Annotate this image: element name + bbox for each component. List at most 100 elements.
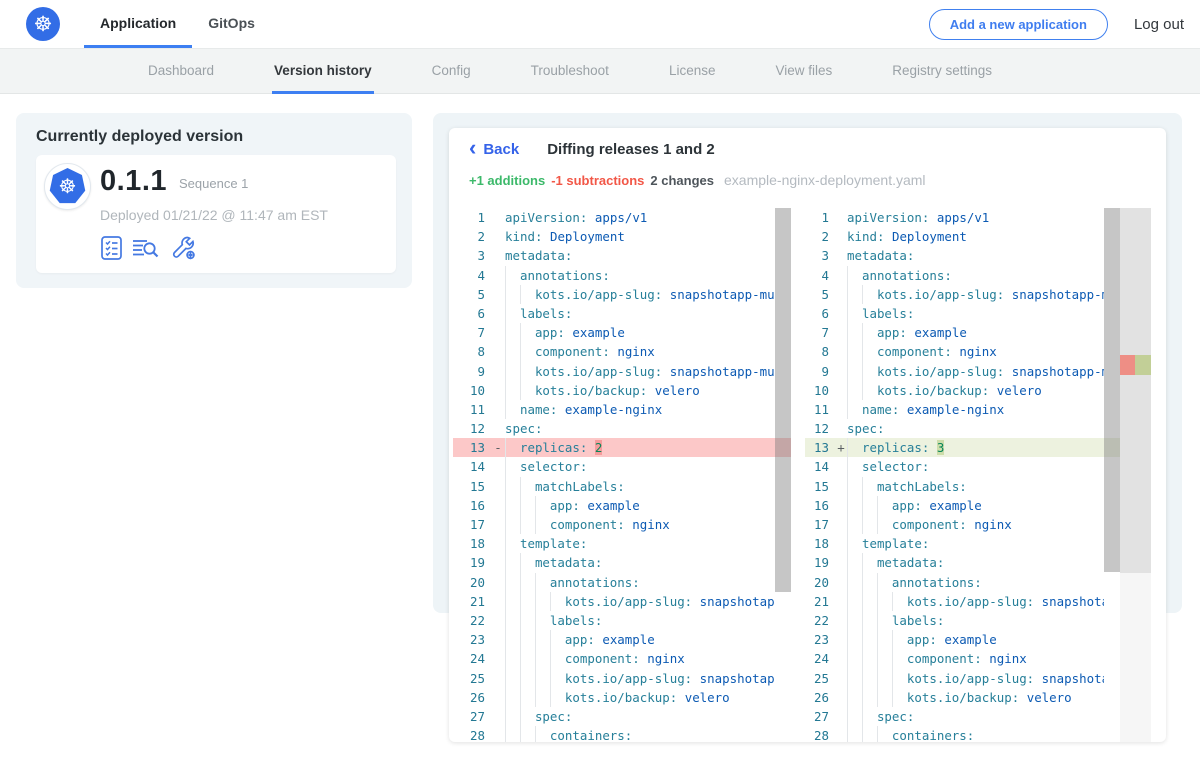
- diff-line: 11name: example-nginx: [805, 400, 1120, 419]
- diff-line: 1apiVersion: apps/v1: [453, 208, 791, 227]
- kubernetes-logo-icon: ☸: [26, 7, 60, 41]
- diff-line: 11name: example-nginx: [453, 400, 791, 419]
- diff-line: 10kots.io/backup: velero: [805, 381, 1120, 400]
- nav-tab-gitops[interactable]: GitOps: [192, 0, 271, 48]
- diff-pane-old-content: 1apiVersion: apps/v12kind: Deployment3me…: [453, 208, 791, 742]
- diff-line: 17component: nginx: [453, 515, 791, 534]
- diff-line: 25kots.io/app-slug: snapshotap: [453, 669, 791, 688]
- diff-line: 15matchLabels:: [805, 477, 1120, 496]
- add-application-button[interactable]: Add a new application: [929, 9, 1108, 40]
- overview-inserted-marker: [1135, 355, 1151, 375]
- diff-line: 3metadata:: [453, 246, 791, 265]
- diff-line: 12spec:: [453, 419, 791, 438]
- diff-line: 6labels:: [805, 304, 1120, 323]
- diff-line: 27spec:: [805, 707, 1120, 726]
- diff-overview-ruler: [1120, 208, 1151, 742]
- diff-line: 4annotations:: [453, 266, 791, 285]
- diff-line: 28containers:: [453, 726, 791, 742]
- tab-view-files[interactable]: View files: [773, 49, 834, 94]
- logout-link[interactable]: Log out: [1134, 16, 1184, 33]
- diff-line: 10kots.io/backup: velero: [453, 381, 791, 400]
- view-logs-icon[interactable]: [132, 235, 161, 261]
- back-button[interactable]: ‹ Back: [469, 141, 519, 158]
- diff-line: 2kind: Deployment: [805, 227, 1120, 246]
- tab-config[interactable]: Config: [430, 49, 473, 94]
- additions-count: +1 additions: [469, 173, 545, 188]
- scrollbar-thumb-new[interactable]: [1104, 208, 1120, 572]
- deployed-card-title: Currently deployed version: [36, 128, 243, 146]
- diff-line: 13-replicas: 2: [453, 438, 791, 457]
- diff-line: 6labels:: [453, 304, 791, 323]
- overview-ruler-track-lower: [1120, 573, 1151, 742]
- diff-line: 5kots.io/app-slug: snapshotapp-mu: [805, 285, 1120, 304]
- diff-line: 19metadata:: [453, 553, 791, 572]
- diff-line: 23app: example: [453, 630, 791, 649]
- sequence-label: Sequence 1: [179, 176, 248, 191]
- top-header: ☸ Application GitOps Add a new applicati…: [0, 0, 1200, 48]
- diff-line: 25kots.io/app-slug: snapshotap: [805, 669, 1120, 688]
- tab-version-history[interactable]: Version history: [272, 49, 374, 94]
- nav-tab-application[interactable]: Application: [84, 0, 192, 48]
- diff-line: 8component: nginx: [805, 342, 1120, 361]
- deployed-timestamp: Deployed 01/21/22 @ 11:47 am EST: [100, 207, 328, 223]
- diff-line: 24component: nginx: [453, 649, 791, 668]
- diff-line: 1apiVersion: apps/v1: [805, 208, 1120, 227]
- diff-card: ‹ Back Diffing releases 1 and 2 +1 addit…: [449, 128, 1166, 742]
- diff-line: 18template:: [805, 534, 1120, 553]
- overview-ruler-track: [1120, 208, 1151, 573]
- diff-line: 26kots.io/backup: velero: [805, 688, 1120, 707]
- header-actions: Add a new application Log out: [929, 0, 1184, 48]
- subtractions-count: -1 subtractions: [551, 173, 644, 188]
- diff-line: 9kots.io/app-slug: snapshotapp-mu: [453, 362, 791, 381]
- diff-line: 15matchLabels:: [453, 477, 791, 496]
- diff-line: 16app: example: [805, 496, 1120, 515]
- diff-line: 4annotations:: [805, 266, 1120, 285]
- diff-line: 19metadata:: [805, 553, 1120, 572]
- currently-deployed-card: Currently deployed version ☸ 0.1.1 Seque…: [16, 113, 412, 288]
- diff-pane-new-content: 1apiVersion: apps/v12kind: Deployment3me…: [805, 208, 1151, 742]
- scrollbar-thumb-old[interactable]: [775, 208, 791, 592]
- tab-registry-settings[interactable]: Registry settings: [890, 49, 994, 94]
- tab-dashboard[interactable]: Dashboard: [146, 49, 216, 94]
- chevron-left-icon: ‹: [469, 140, 476, 155]
- diff-line: 7app: example: [805, 323, 1120, 342]
- diff-line: 22labels:: [805, 611, 1120, 630]
- diff-line: 17component: nginx: [805, 515, 1120, 534]
- diff-line: 22labels:: [453, 611, 791, 630]
- diff-line: 14selector:: [805, 457, 1120, 476]
- app-subnav: Dashboard Version history Config Trouble…: [0, 48, 1200, 94]
- diff-line: 12spec:: [805, 419, 1120, 438]
- edit-config-icon[interactable]: [170, 234, 197, 261]
- diff-pane-old: 1apiVersion: apps/v12kind: Deployment3me…: [453, 208, 791, 742]
- main-content: Currently deployed version ☸ 0.1.1 Seque…: [0, 94, 1200, 768]
- diff-line: 16app: example: [453, 496, 791, 515]
- diff-line: 21kots.io/app-slug: snapshotap: [453, 592, 791, 611]
- diff-line: 5kots.io/app-slug: snapshotapp-mu: [453, 285, 791, 304]
- diff-line: 9kots.io/app-slug: snapshotapp-mu: [805, 362, 1120, 381]
- release-notes-icon[interactable]: [100, 235, 123, 261]
- diff-pane-new: 1apiVersion: apps/v12kind: Deployment3me…: [805, 208, 1151, 742]
- diff-line: 8component: nginx: [453, 342, 791, 361]
- diff-line: 26kots.io/backup: velero: [453, 688, 791, 707]
- diff-line: 27spec:: [453, 707, 791, 726]
- diff-line: 21kots.io/app-slug: snapshotap: [805, 592, 1120, 611]
- diff-line: 14selector:: [453, 457, 791, 476]
- diff-line: 28containers:: [805, 726, 1120, 742]
- version-action-icons: [100, 234, 197, 261]
- tab-troubleshoot[interactable]: Troubleshoot: [529, 49, 611, 94]
- changes-count: 2 changes: [650, 173, 714, 188]
- app-icon-badge: ☸: [44, 163, 91, 210]
- kubernetes-wheel-icon: ☸: [49, 168, 86, 205]
- diff-stats-row: +1 additions -1 subtractions 2 changes e…: [469, 172, 926, 188]
- back-label: Back: [483, 141, 519, 158]
- header-nav: Application GitOps: [84, 0, 271, 48]
- deployed-version-tile: ☸ 0.1.1 Sequence 1 Deployed 01/21/22 @ 1…: [36, 155, 396, 273]
- diff-line: 20annotations:: [453, 573, 791, 592]
- diff-line: 7app: example: [453, 323, 791, 342]
- diff-line: 20annotations:: [805, 573, 1120, 592]
- diff-line: 2kind: Deployment: [453, 227, 791, 246]
- diff-filename: example-nginx-deployment.yaml: [724, 172, 926, 188]
- tab-license[interactable]: License: [667, 49, 718, 94]
- diff-line: 3metadata:: [805, 246, 1120, 265]
- diff-title: Diffing releases 1 and 2: [547, 141, 715, 158]
